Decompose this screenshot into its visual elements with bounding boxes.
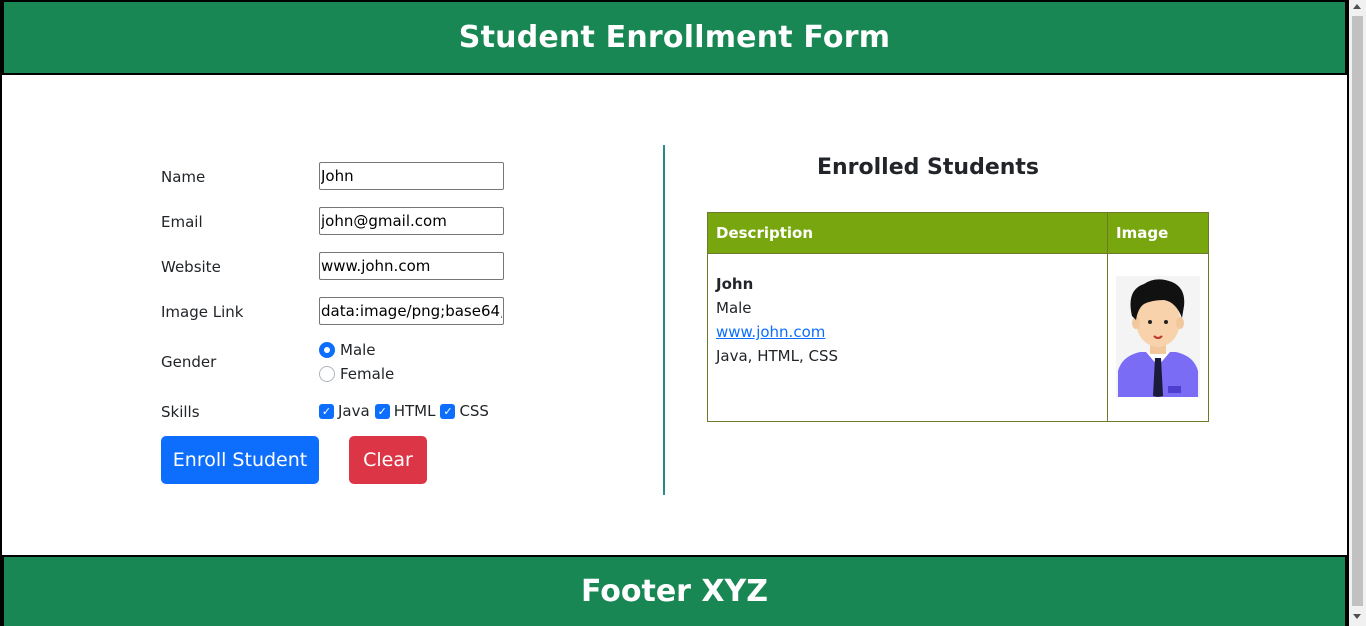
scrollbar-thumb[interactable] (1352, 16, 1363, 606)
female-label: Female (340, 365, 395, 383)
page-footer: Footer XYZ (2, 555, 1347, 626)
student-skills: Java, HTML, CSS (716, 347, 839, 365)
skill-java[interactable]: ✓ Java (319, 402, 370, 420)
image-link-input[interactable] (319, 297, 504, 325)
skill-css[interactable]: ✓ CSS (440, 402, 489, 420)
email-input[interactable] (319, 207, 504, 235)
enrolled-students-title: Enrolled Students (816, 155, 1040, 180)
skills-group: ✓ Java ✓ HTML ✓ CSS (319, 402, 494, 420)
html-label: HTML (393, 402, 436, 420)
scroll-down-arrow-icon[interactable] (1353, 614, 1361, 619)
gender-option-male[interactable]: Male (319, 341, 376, 359)
male-radio[interactable] (319, 342, 335, 358)
female-radio[interactable] (319, 366, 335, 382)
student-name: John (716, 275, 754, 293)
scroll-up-arrow-icon[interactable] (1353, 4, 1361, 9)
student-website-link[interactable]: www.john.com (716, 323, 825, 341)
website-input[interactable] (319, 252, 504, 280)
enrolled-students-table: Description Image John Male www.john.com… (707, 212, 1209, 422)
student-description-cell: John Male www.john.com Java, HTML, CSS (708, 254, 1108, 421)
html-checkbox[interactable]: ✓ (374, 403, 390, 419)
table-row: John Male www.john.com Java, HTML, CSS (708, 254, 1208, 421)
section-divider (663, 145, 665, 495)
student-gender: Male (716, 299, 752, 317)
table-header: Description Image (708, 213, 1208, 254)
page-title: Student Enrollment Form (458, 20, 891, 55)
student-image-cell (1108, 254, 1208, 421)
name-input[interactable] (319, 162, 504, 190)
footer-text: Footer XYZ (580, 574, 769, 609)
java-label: Java (338, 402, 370, 420)
skills-label: Skills (161, 403, 200, 421)
gender-label: Gender (161, 353, 217, 371)
page-header: Student Enrollment Form (2, 0, 1347, 75)
css-checkbox[interactable]: ✓ (440, 403, 456, 419)
student-avatar-image (1116, 276, 1200, 397)
column-header-description: Description (708, 213, 1108, 253)
male-label: Male (340, 341, 376, 359)
email-label: Email (161, 213, 203, 231)
java-checkbox[interactable]: ✓ (319, 403, 334, 419)
clear-button[interactable]: Clear (349, 436, 427, 484)
gender-option-female[interactable]: Female (319, 365, 394, 383)
image-link-label: Image Link (161, 303, 244, 321)
name-label: Name (161, 168, 206, 186)
skill-html[interactable]: ✓ HTML (374, 402, 436, 420)
column-header-image: Image (1116, 224, 1169, 242)
css-label: CSS (459, 402, 489, 420)
vertical-scrollbar[interactable] (1349, 0, 1366, 626)
enroll-student-button[interactable]: Enroll Student (161, 436, 319, 484)
website-label: Website (161, 258, 221, 276)
